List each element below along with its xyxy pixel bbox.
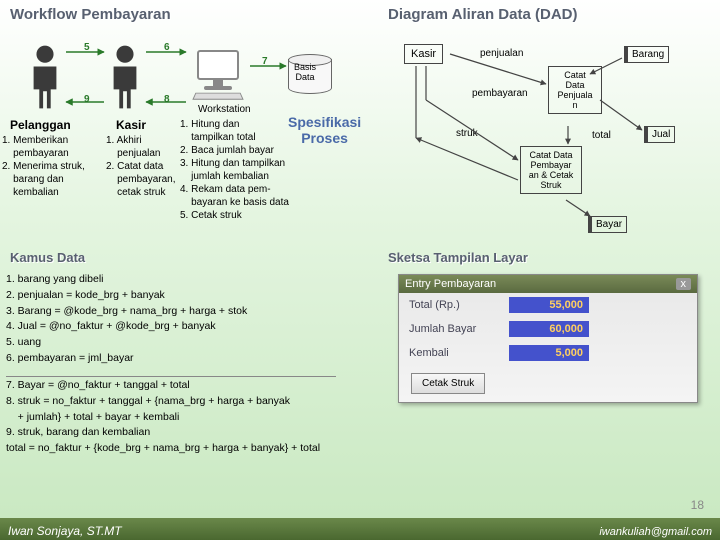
kd-item: total = no_faktur + {kode_brg + nama_brg… — [6, 441, 320, 457]
dad-heading: Diagram Aliran Data (DAD) — [388, 6, 577, 23]
spesifikasi-steps: 1. Hitung dan tampilkan total 2. Baca ju… — [180, 118, 289, 222]
arrow-6: 6 — [164, 42, 170, 53]
kd-item: 3. Barang = @kode_brg + nama_brg + harga… — [6, 304, 247, 320]
penjualan-flow-label: penjualan — [480, 48, 523, 59]
kembali-value: 5,000 — [509, 345, 589, 361]
kd-item: 5. uang — [6, 335, 247, 351]
kasir-label: Kasir — [116, 118, 146, 132]
footer-name: Iwan Sonjaya, ST.MT — [8, 524, 122, 538]
proc-pembayaran: Catat Data Pembayar an & Cetak Struk — [520, 146, 582, 194]
kasir-steps: 1. Akhiri penjualan 2. Catat data pembay… — [106, 134, 175, 199]
kasir-icon — [106, 42, 144, 115]
pembayaran-flow-label: pembayaran — [472, 88, 528, 99]
barang-store: Barang — [624, 46, 669, 63]
jumlah-bayar-label: Jumlah Bayar — [409, 323, 509, 335]
pelanggan-label: Pelanggan — [10, 118, 71, 132]
kd-item: 7. Bayar = @no_faktur + tanggal + total — [6, 378, 320, 394]
dialog-title: Entry Pembayaran — [405, 278, 496, 290]
arrow-7: 7 — [262, 56, 268, 67]
bayar-store: Bayar — [588, 216, 627, 233]
kd-item: 2. penjualan = kode_brg + banyak — [6, 288, 247, 304]
arrow-5: 5 — [84, 42, 90, 53]
kamus-heading: Kamus Data — [10, 250, 85, 265]
footer-mail: iwankuliah@gmail.com — [599, 526, 712, 538]
entry-pembayaran-dialog: Entry Pembayaran x Total (Rp.) 55,000 Ju… — [398, 274, 698, 403]
struk-flow-label: struk — [456, 128, 478, 139]
close-button[interactable]: x — [676, 278, 692, 290]
arrow-8: 8 — [164, 94, 170, 105]
sketsa-heading: Sketsa Tampilan Layar — [388, 250, 528, 265]
proc-catat-penjualan: Catat Data Penjuala n — [548, 66, 602, 114]
jumlah-bayar-input[interactable]: 60,000 — [509, 321, 589, 337]
kamus-list-2: 7. Bayar = @no_faktur + tanggal + total … — [6, 378, 320, 457]
kd-item: 8. struk = no_faktur + tanggal + {nama_b… — [6, 394, 320, 426]
kd-item: 1. barang yang dibeli — [6, 272, 247, 288]
page-number: 18 — [691, 498, 704, 512]
kembali-label: Kembali — [409, 347, 509, 359]
arrow-9: 9 — [84, 94, 90, 105]
jual-store: Jual — [644, 126, 675, 143]
kd-item: 6. pembayaran = jml_bayar — [6, 351, 247, 367]
kd-item: 4. Jual = @no_faktur + @kode_brg + banya… — [6, 319, 247, 335]
total-flow-label: total — [592, 130, 611, 141]
cetak-struk-button[interactable]: Cetak Struk — [411, 373, 485, 394]
total-label: Total (Rp.) — [409, 299, 509, 311]
pelanggan-steps: 1. Memberikan pembayaran 2. Menerima str… — [2, 134, 85, 199]
kd-item: 9. struk, barang dan kembalian — [6, 425, 320, 441]
kamus-list-1: 1. barang yang dibeli 2. penjualan = kod… — [6, 272, 247, 367]
workflow-heading: Workflow Pembayaran — [10, 6, 171, 23]
total-value: 55,000 — [509, 297, 589, 313]
pelanggan-icon — [26, 42, 64, 115]
workstation-label: Workstation — [198, 104, 251, 115]
workstation-icon — [188, 50, 248, 100]
basisdata-label: Basis Data — [294, 62, 316, 82]
kamus-divider — [6, 376, 336, 377]
spesifikasi-title: Spesifikasi Proses — [288, 114, 361, 146]
kasir-entity: Kasir — [404, 44, 443, 64]
